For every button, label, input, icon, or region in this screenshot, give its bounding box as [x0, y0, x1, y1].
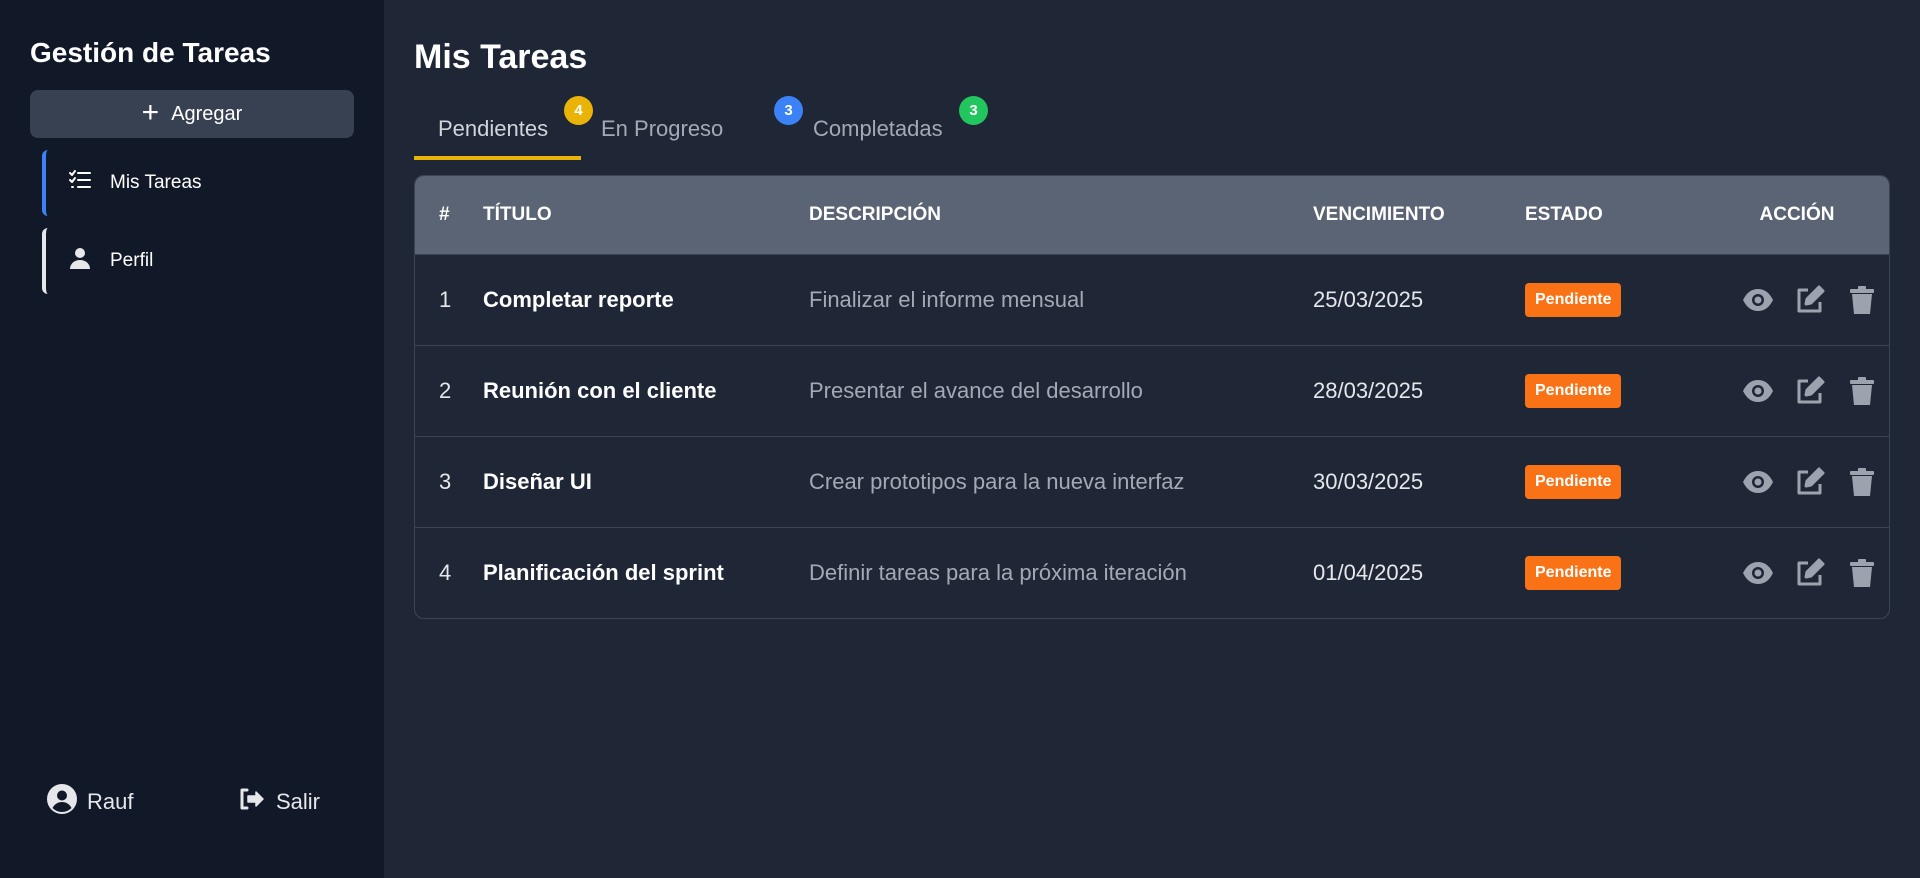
cell-description: Definir tareas para la próxima iteración: [809, 559, 1187, 585]
table-row: 2 Reunión con el cliente Presentar el av…: [415, 345, 1889, 436]
cell-title: Reunión con el cliente: [483, 377, 717, 403]
edit-icon[interactable]: [1794, 284, 1826, 316]
sidebar-item-mis-tareas[interactable]: Mis Tareas: [42, 150, 354, 216]
tab-completadas[interactable]: Completadas 3: [801, 96, 988, 160]
tab-label: En Progreso: [601, 116, 724, 141]
page-title: Mis Tareas: [414, 38, 588, 76]
status-badge: Pendiente: [1525, 464, 1622, 499]
user-icon: [68, 246, 92, 276]
view-eye-icon[interactable]: [1742, 466, 1774, 498]
cell-number: 4: [439, 559, 452, 585]
logout-icon: [236, 784, 266, 820]
count-badge: 3: [774, 96, 803, 125]
cell-number: 1: [439, 286, 452, 312]
cell-description: Presentar el avance del desarrollo: [809, 377, 1143, 403]
tab-label: Completadas: [813, 116, 943, 141]
sidebar: Gestión de Tareas + Agregar Mis Tareas P…: [0, 0, 384, 878]
cell-title: Completar reporte: [483, 286, 674, 312]
view-eye-icon[interactable]: [1742, 557, 1774, 589]
cell-due-date: 28/03/2025: [1313, 377, 1424, 403]
cell-actions: [1705, 345, 1889, 436]
tab-en-progreso[interactable]: En Progreso 3: [596, 96, 803, 160]
cell-due-date: 01/04/2025: [1313, 559, 1424, 585]
edit-icon[interactable]: [1794, 375, 1826, 407]
view-eye-icon[interactable]: [1742, 375, 1774, 407]
table-header-row: # TÍTULO DESCRIPCIÓN VENCIMIENTO ESTADO …: [415, 176, 1889, 254]
table-row: 1 Completar reporte Finalizar el informe…: [415, 254, 1889, 345]
status-tabs: Pendientes 4 En Progreso 3 Completadas 3: [414, 96, 1890, 160]
table-row: 4 Planificación del sprint Definir tarea…: [415, 527, 1889, 618]
cell-title: Diseñar UI: [483, 468, 592, 494]
cell-number: 2: [439, 377, 452, 403]
sidebar-footer: Rauf Salir: [30, 784, 354, 820]
status-badge: Pendiente: [1525, 555, 1622, 590]
cell-status: Pendiente: [1525, 345, 1705, 436]
table-row: 3 Diseñar UI Crear prototipos para la nu…: [415, 436, 1889, 527]
add-task-button[interactable]: + Agregar: [30, 90, 354, 138]
plus-icon: +: [141, 95, 160, 129]
cell-status: Pendiente: [1525, 527, 1705, 618]
user-circle-icon: [47, 784, 77, 820]
cell-description: Crear prototipos para la nueva interfaz: [809, 468, 1185, 494]
logout-label: Salir: [275, 789, 320, 814]
header-description: DESCRIPCIÓN: [809, 203, 941, 225]
main-content: Mis Tareas Pendientes 4 En Progreso 3 Co…: [384, 0, 1920, 878]
header-status: ESTADO: [1525, 203, 1603, 225]
tab-label: Pendientes: [438, 116, 549, 141]
cell-title: Planificación del sprint: [483, 559, 724, 585]
count-badge: 4: [564, 96, 593, 125]
cell-status: Pendiente: [1525, 254, 1705, 345]
add-button-label: Agregar: [171, 102, 243, 125]
status-badge: Pendiente: [1525, 373, 1622, 408]
tasks-table: # TÍTULO DESCRIPCIÓN VENCIMIENTO ESTADO …: [414, 175, 1890, 619]
delete-trash-icon[interactable]: [1846, 466, 1878, 498]
count-badge: 3: [959, 96, 988, 125]
cell-status: Pendiente: [1525, 436, 1705, 527]
header-title: TÍTULO: [483, 203, 552, 225]
sidebar-item-perfil[interactable]: Perfil: [42, 228, 354, 294]
cell-actions: [1705, 527, 1889, 618]
cell-due-date: 25/03/2025: [1313, 286, 1424, 312]
edit-icon[interactable]: [1794, 557, 1826, 589]
logout-button[interactable]: Salir: [236, 784, 320, 820]
sidebar-nav: Mis Tareas Perfil: [30, 150, 354, 294]
delete-trash-icon[interactable]: [1846, 375, 1878, 407]
user-name: Rauf: [87, 789, 134, 814]
user-profile-link[interactable]: Rauf: [47, 784, 133, 820]
cell-due-date: 30/03/2025: [1313, 468, 1424, 494]
sidebar-item-label: Mis Tareas: [110, 172, 202, 193]
view-eye-icon[interactable]: [1742, 284, 1774, 316]
list-check-icon: [68, 168, 92, 198]
tab-pendientes[interactable]: Pendientes 4: [414, 96, 593, 160]
app: Gestión de Tareas + Agregar Mis Tareas P…: [0, 0, 1920, 878]
app-title: Gestión de Tareas: [30, 37, 271, 68]
status-badge: Pendiente: [1525, 282, 1622, 317]
header-number: #: [439, 203, 450, 225]
delete-trash-icon[interactable]: [1846, 557, 1878, 589]
header-action: ACCIÓN: [1759, 203, 1835, 225]
sidebar-item-label: Perfil: [110, 250, 154, 271]
cell-number: 3: [439, 468, 452, 494]
cell-actions: [1705, 436, 1889, 527]
cell-actions: [1705, 254, 1889, 345]
cell-description: Finalizar el informe mensual: [809, 286, 1085, 312]
header-due-date: VENCIMIENTO: [1313, 203, 1445, 225]
delete-trash-icon[interactable]: [1846, 284, 1878, 316]
edit-icon[interactable]: [1794, 466, 1826, 498]
